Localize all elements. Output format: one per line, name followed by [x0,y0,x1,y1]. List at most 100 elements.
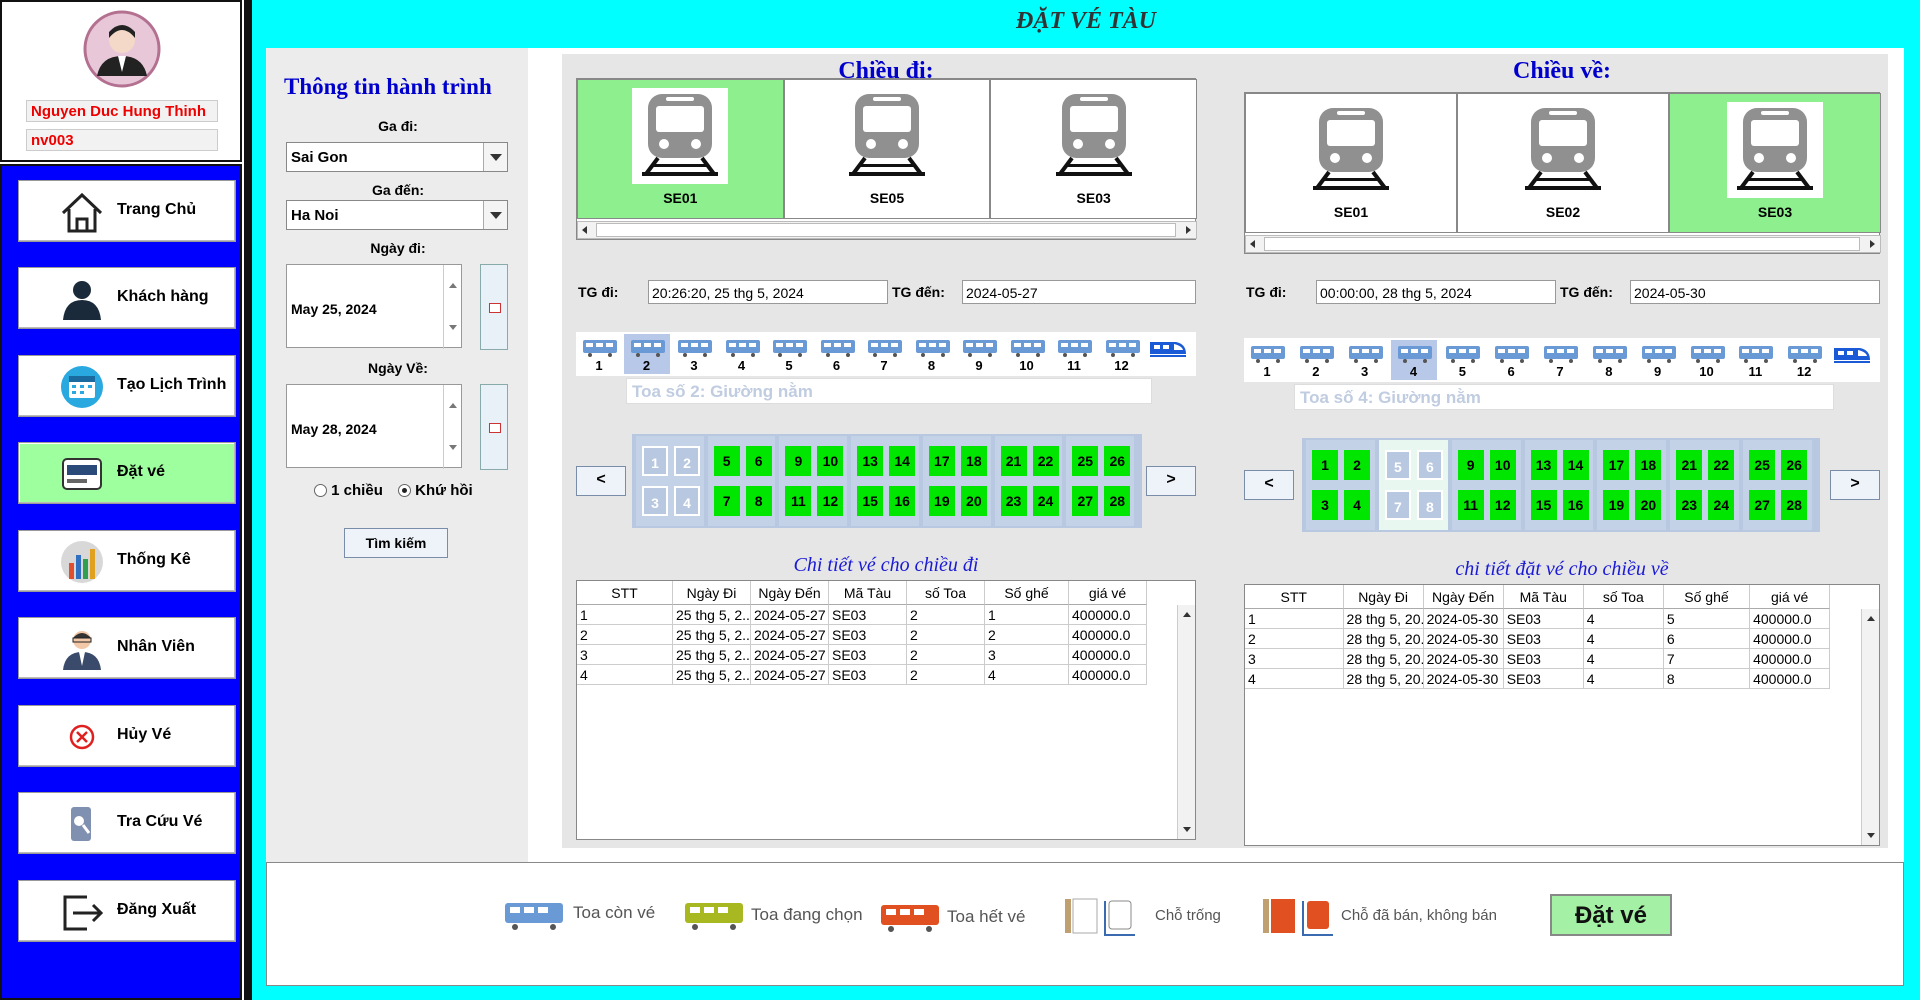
outbound-scroll-thumb[interactable] [596,223,1176,237]
table-cell[interactable]: 400000.0 [1069,625,1147,645]
menu-item-0[interactable]: Trang Chủ [18,180,236,242]
outbound-seat[interactable]: 22 [1032,446,1059,476]
outbound-coach[interactable]: 8 [909,334,955,374]
return-seat[interactable]: 23 [1676,490,1703,520]
oneway-radio[interactable]: 1 chiều [314,482,383,499]
outbound-tg-di-field[interactable]: 20:26:20, 25 thg 5, 2024 [648,280,888,304]
menu-item-8[interactable]: Đăng Xuất [18,880,236,942]
return-coach[interactable]: 6 [1488,340,1534,380]
table-cell[interactable]: 2 [1245,629,1344,649]
return-train-card[interactable]: SE02 [1457,93,1669,233]
spin-down-icon[interactable] [444,427,462,469]
table-cell[interactable]: 400000.0 [1750,649,1831,669]
outbound-coach[interactable]: 9 [956,334,1002,374]
table-cell[interactable]: 2 [907,665,985,685]
table-header[interactable]: STT [577,581,673,605]
menu-item-2[interactable]: Tạo Lịch Trình [18,355,236,417]
scroll-down-icon[interactable] [1178,823,1196,837]
return-seat[interactable]: 4 [1344,490,1370,520]
table-cell[interactable]: SE03 [1503,649,1584,669]
table-cell[interactable]: 400000.0 [1069,665,1147,685]
return-coach[interactable]: 7 [1537,340,1583,380]
outbound-scroll-right-icon[interactable] [1180,222,1196,238]
return-seat[interactable]: 2 [1344,450,1370,480]
outbound-seat[interactable]: 17 [928,446,955,476]
return-date-field[interactable]: May 28, 2024 [286,384,462,469]
return-coach[interactable]: 5 [1439,340,1485,380]
table-cell[interactable]: 5 [1663,609,1751,629]
menu-item-1[interactable]: Khách hàng [18,267,236,329]
depart-date-spinner[interactable] [443,265,461,349]
outbound-seat[interactable]: 20 [960,486,987,516]
outbound-coach[interactable]: 7 [861,334,907,374]
table-header[interactable]: giá vé [1069,581,1147,605]
outbound-seat[interactable]: 1 [642,446,668,476]
outbound-seat[interactable]: 26 [1104,446,1131,476]
return-coach[interactable]: 1 [1244,340,1290,380]
outbound-seat[interactable]: 2 [674,446,700,476]
table-cell[interactable]: 25 thg 5, 2... [673,665,751,685]
outbound-seat[interactable]: 28 [1104,486,1131,516]
table-cell[interactable]: 4 [1583,609,1664,629]
return-seat[interactable]: 22 [1708,450,1735,480]
table-header[interactable]: Số ghế [985,581,1069,605]
to-select[interactable]: Ha Noi [286,200,508,230]
return-seat[interactable]: 7 [1384,490,1411,520]
table-cell[interactable]: 1 [1245,609,1344,629]
return-seat[interactable]: 24 [1708,490,1735,520]
table-cell[interactable]: SE03 [829,605,907,625]
return-coach[interactable]: 3 [1342,340,1388,380]
chevron-down-icon[interactable] [483,201,507,229]
menu-item-7[interactable]: Tra Cứu Vé [18,792,236,854]
return-next-button[interactable]: > [1830,470,1880,500]
return-seat[interactable]: 8 [1416,490,1443,520]
return-seat[interactable]: 14 [1562,450,1589,480]
table-header[interactable]: Ngày Đi [673,581,751,605]
return-scroll-left-icon[interactable] [1246,236,1262,252]
table-cell[interactable]: 400000.0 [1750,669,1831,689]
table-cell[interactable]: SE03 [829,625,907,645]
menu-item-4[interactable]: Thống Kê [18,530,236,592]
table-cell[interactable]: 2 [985,625,1069,645]
outbound-train-card[interactable]: SE05 [783,79,991,219]
table-cell[interactable]: 28 thg 5, 20... [1343,669,1424,689]
table-cell[interactable]: 8 [1663,669,1751,689]
outbound-coach[interactable]: 1 [576,334,622,374]
table-cell[interactable]: 2 [907,605,985,625]
spin-up-icon[interactable] [444,385,462,427]
book-ticket-button[interactable]: Đặt vé [1550,894,1672,936]
outbound-seat[interactable]: 11 [785,486,812,516]
table-cell[interactable]: 2024-05-30 [1423,609,1504,629]
table-header[interactable]: giá vé [1750,585,1831,609]
return-seat[interactable]: 26 [1781,450,1808,480]
outbound-seat[interactable]: 14 [889,446,916,476]
table-cell[interactable]: 4 [1245,669,1344,689]
table-cell[interactable]: SE03 [829,665,907,685]
menu-item-6[interactable]: Hủy Vé [18,705,236,767]
table-cell[interactable]: 400000.0 [1069,605,1147,625]
chevron-down-icon[interactable] [483,143,507,171]
outbound-seat[interactable]: 13 [857,446,884,476]
outbound-seat[interactable]: 7 [713,486,740,516]
outbound-seat[interactable]: 9 [785,446,812,476]
return-table-scrollbar[interactable] [1861,609,1879,845]
return-seat[interactable]: 3 [1312,490,1338,520]
table-header[interactable]: số Toa [907,581,985,605]
outbound-tg-den-field[interactable]: 2024-05-27 [962,280,1196,304]
outbound-coach[interactable]: 5 [766,334,812,374]
table-cell[interactable]: 2024-05-30 [1423,629,1504,649]
return-date-spinner[interactable] [443,385,461,469]
return-train-scrollbar[interactable] [1245,235,1881,253]
return-tg-den-field[interactable]: 2024-05-30 [1630,280,1880,304]
outbound-coach[interactable]: 12 [1099,334,1145,374]
outbound-coach[interactable]: 3 [671,334,717,374]
table-cell[interactable]: 2 [577,625,673,645]
return-seat[interactable]: 11 [1457,490,1484,520]
table-cell[interactable]: 2024-05-27 [751,625,829,645]
table-cell[interactable]: 4 [577,665,673,685]
table-cell[interactable]: SE03 [1503,629,1584,649]
spin-up-icon[interactable] [444,265,462,307]
outbound-seat[interactable]: 19 [928,486,955,516]
outbound-seat[interactable]: 6 [745,446,772,476]
return-seat[interactable]: 18 [1635,450,1662,480]
